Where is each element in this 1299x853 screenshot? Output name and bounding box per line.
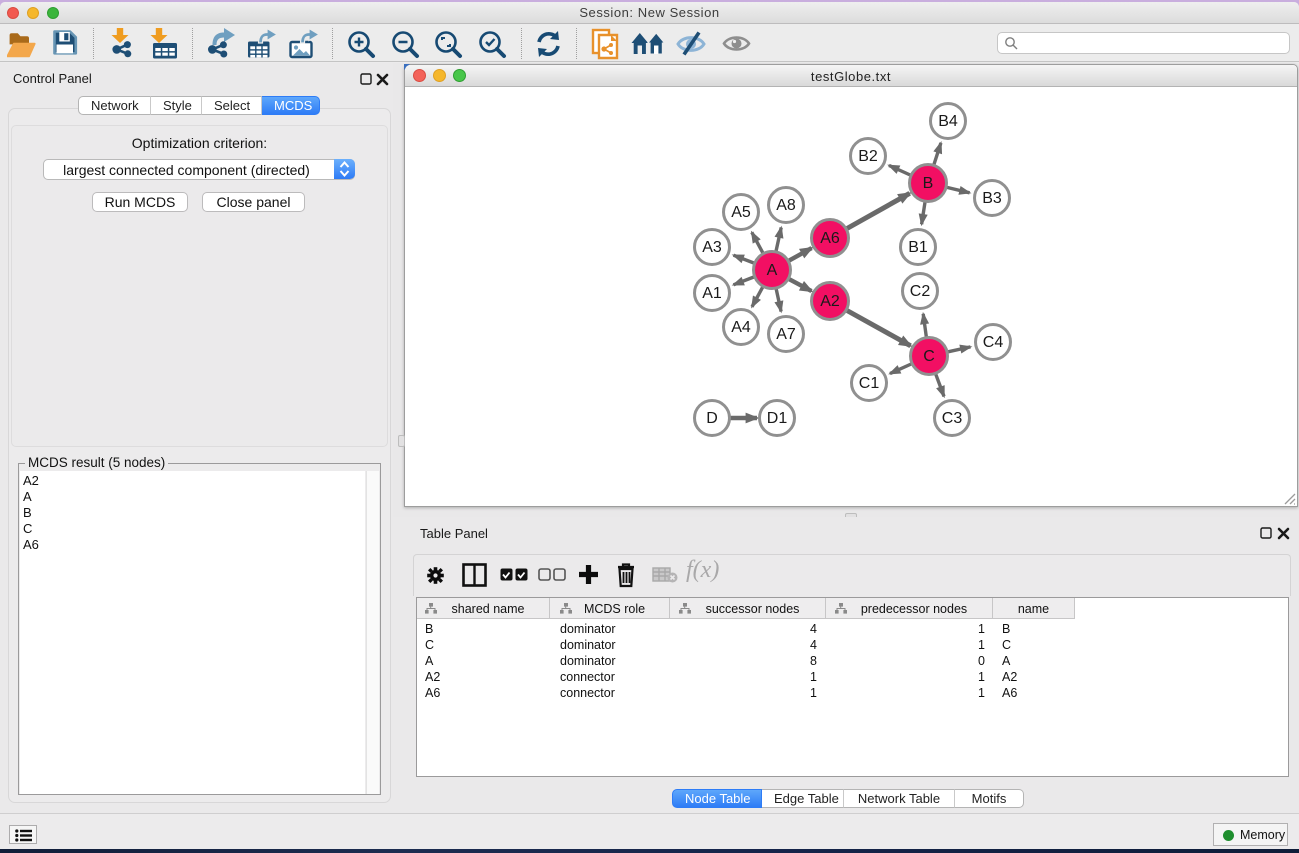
svg-text:D1: D1 — [767, 410, 788, 427]
svg-text:C4: C4 — [983, 334, 1004, 351]
svg-text:C3: C3 — [942, 410, 963, 427]
svg-text:A6: A6 — [820, 230, 840, 247]
svg-text:A3: A3 — [702, 239, 722, 256]
svg-text:A1: A1 — [702, 285, 722, 302]
svg-text:B4: B4 — [938, 113, 958, 130]
svg-text:A5: A5 — [731, 204, 751, 221]
svg-text:C1: C1 — [859, 375, 880, 392]
svg-text:A7: A7 — [776, 326, 796, 343]
svg-text:B2: B2 — [858, 148, 878, 165]
svg-text:A: A — [767, 262, 778, 279]
svg-text:C: C — [923, 348, 935, 365]
svg-text:D: D — [706, 410, 718, 427]
svg-text:B1: B1 — [908, 239, 928, 256]
svg-text:A2: A2 — [820, 293, 840, 310]
svg-text:B: B — [923, 175, 934, 192]
svg-text:A4: A4 — [731, 319, 751, 336]
svg-text:C2: C2 — [910, 283, 931, 300]
svg-text:A8: A8 — [776, 197, 796, 214]
svg-text:B3: B3 — [982, 190, 1002, 207]
